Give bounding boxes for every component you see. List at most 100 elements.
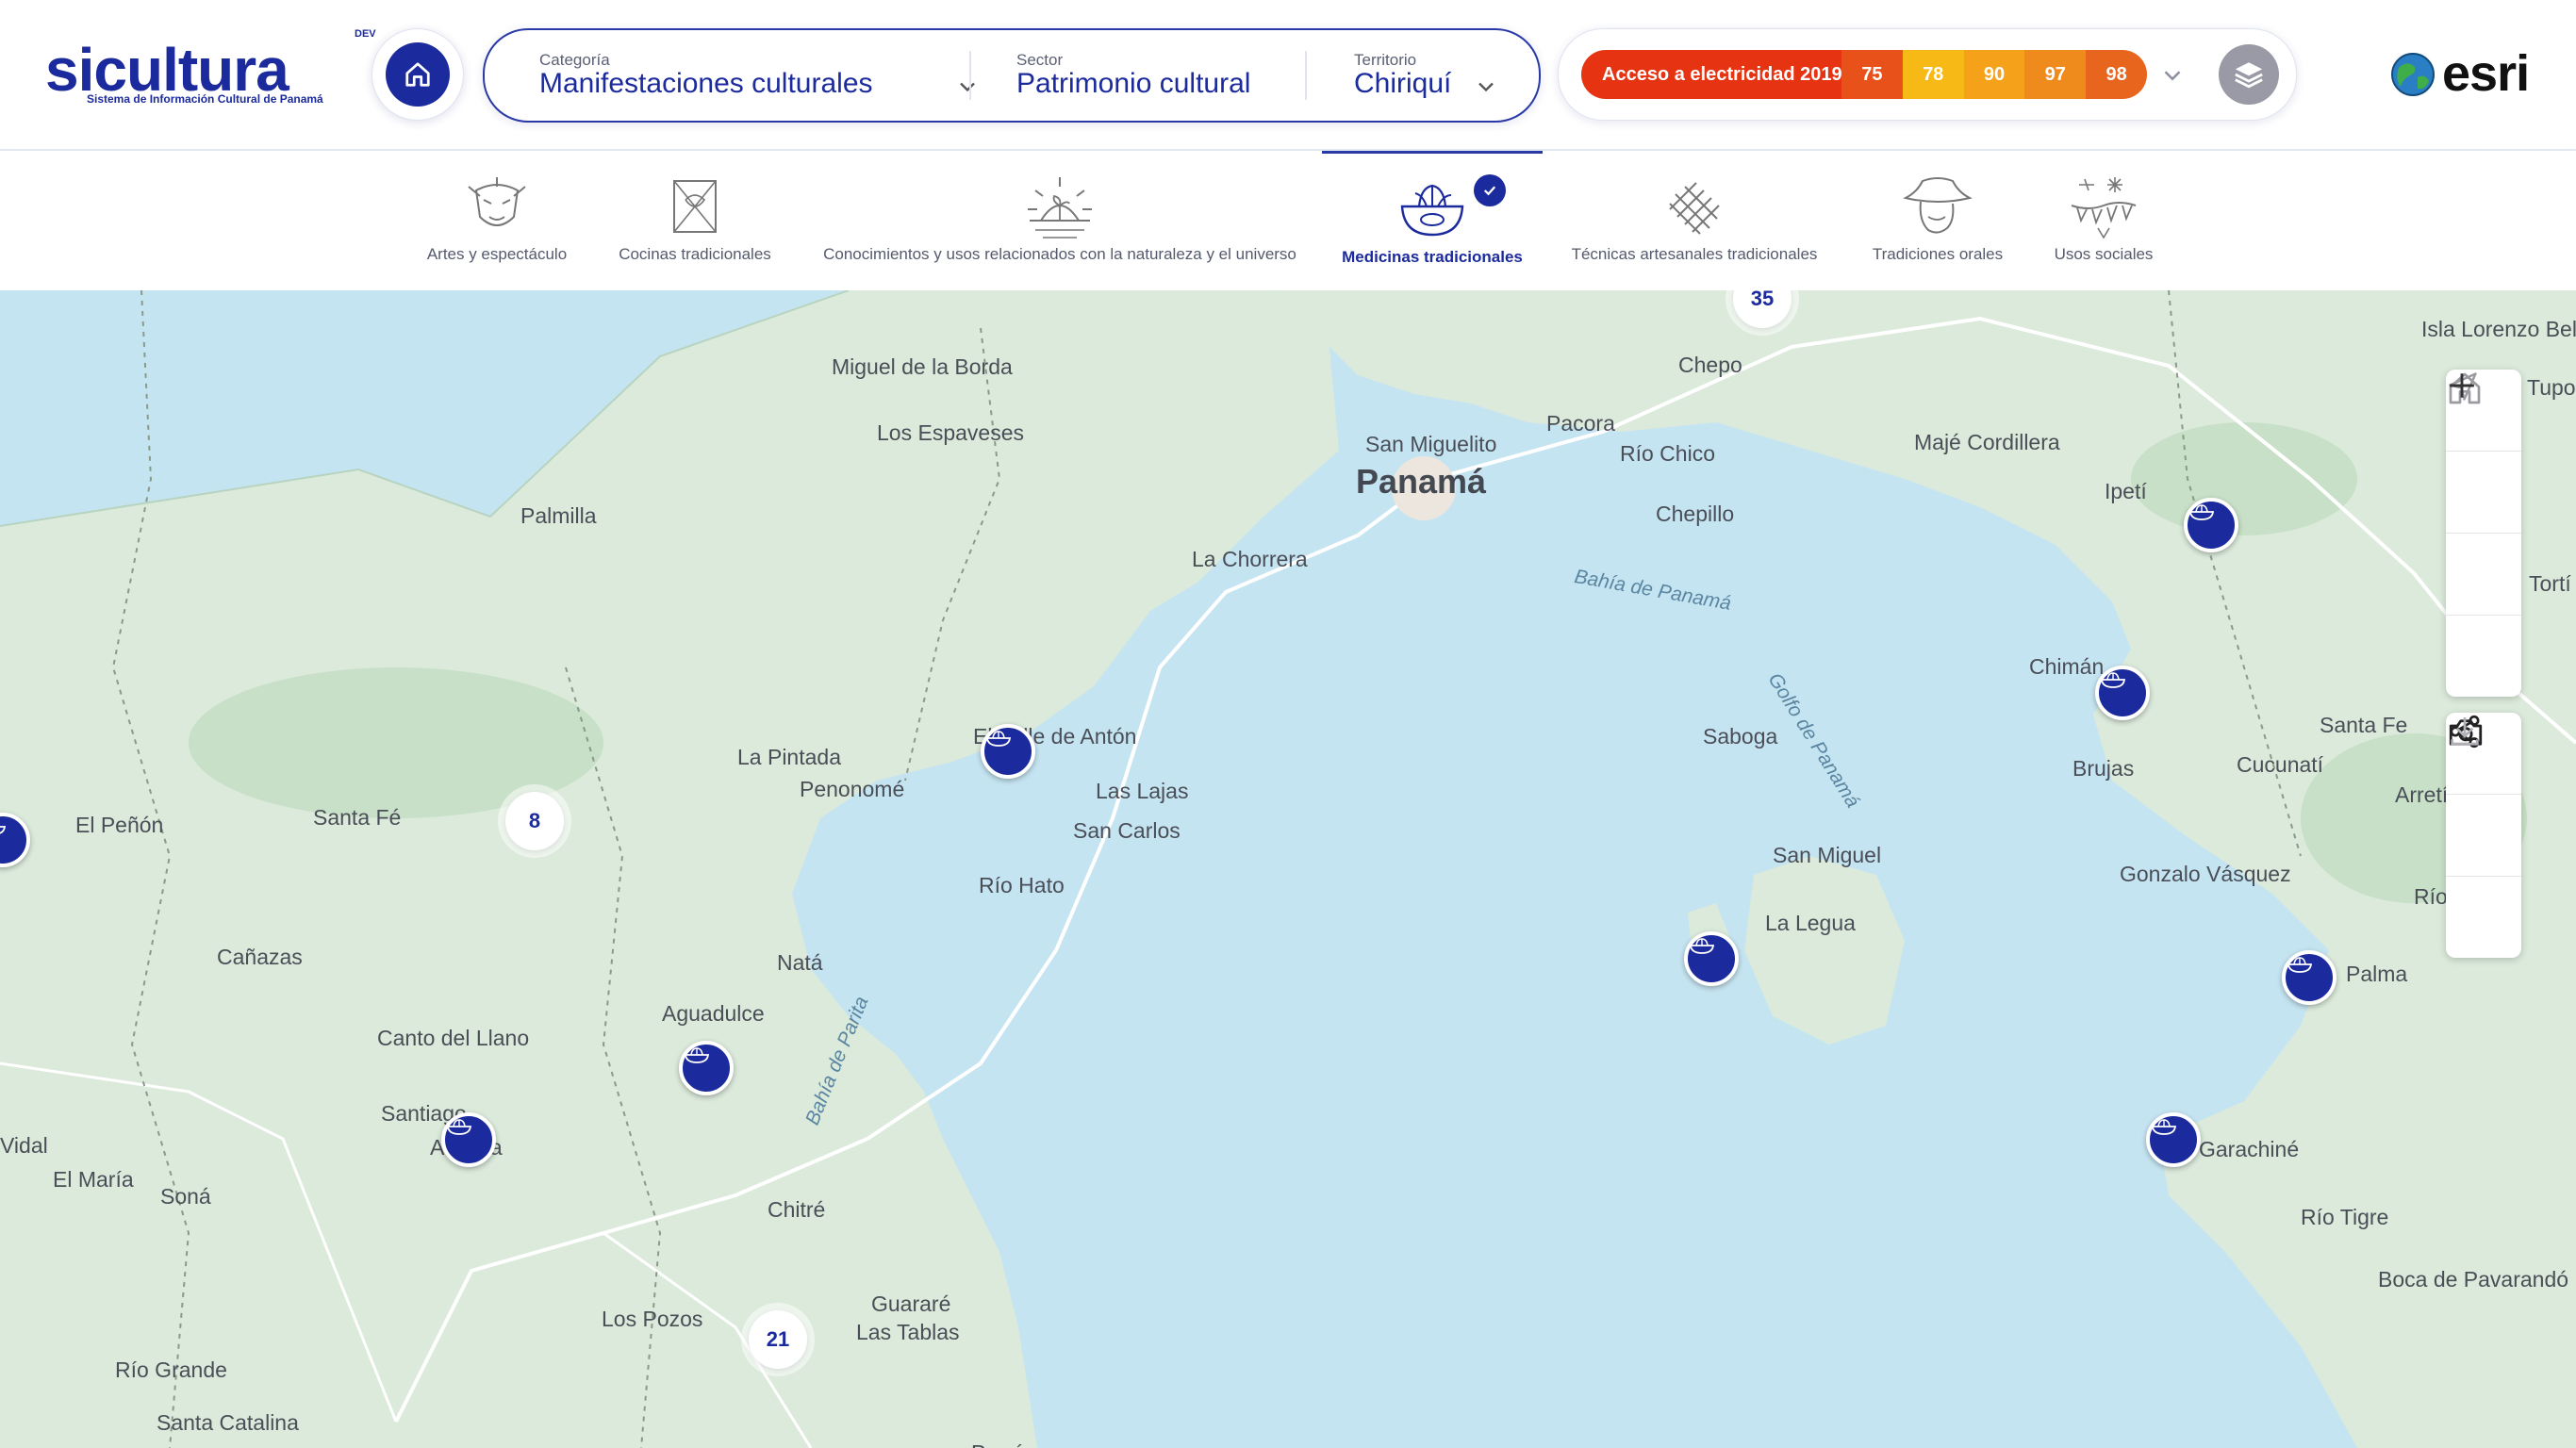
sector-label: Sector	[1016, 51, 1064, 69]
layers-button[interactable]	[2219, 44, 2279, 105]
tab-label: Técnicas artesanales tradicionales	[1571, 245, 1818, 263]
herb-bowl-icon	[684, 1047, 710, 1063]
cooking-icon	[657, 172, 733, 241]
filter-bar: Categoría Manifestaciones culturales Sec…	[483, 28, 1541, 123]
medicine-marker[interactable]	[2282, 950, 2337, 1005]
sector-value: Patrimonio cultural	[1016, 68, 1251, 99]
tab-label: Tradiciones orales	[1872, 245, 2004, 263]
place-label: Aguadulce	[662, 1001, 765, 1026]
tab-weaving[interactable]: Técnicas artesanales tradicionales	[1558, 151, 1831, 290]
place-label: Chepillo	[1656, 502, 1735, 526]
legend-step: 98	[2086, 50, 2147, 99]
place-label: Palmilla	[520, 503, 597, 528]
territorio-select[interactable]: Territorio Chiriquí	[1354, 30, 1524, 121]
place-label: Boca de Pavarandó	[2378, 1267, 2569, 1292]
place-label: Arretí	[2395, 782, 2449, 807]
place-label: Brujas	[2072, 756, 2135, 781]
place-label: La Legua	[1765, 911, 1856, 935]
sicultura-logo[interactable]: sicultura DEV Sistema de Información Cul…	[45, 28, 376, 111]
tab-cooking[interactable]: Cocinas tradicionales	[603, 151, 786, 290]
chevron-down-icon[interactable]	[2158, 61, 2187, 90]
cluster-marker[interactable]: 21	[749, 1310, 807, 1369]
place-label: Cucunatí	[2237, 752, 2324, 777]
medicine-marker[interactable]	[1684, 931, 1739, 986]
place-label: Penonomé	[800, 777, 905, 801]
tab-label: Usos sociales	[2054, 245, 2154, 263]
herb-bowl-icon	[446, 1119, 472, 1135]
medicine-marker[interactable]	[679, 1041, 734, 1095]
herb-bowl-icon	[1689, 938, 1715, 954]
home-button[interactable]	[386, 42, 450, 107]
tab-hat-face[interactable]: Tradiciones orales	[1848, 151, 2027, 290]
herb-bowl-icon	[1395, 174, 1470, 244]
weaving-icon	[1657, 172, 1732, 241]
hat-face-icon	[1900, 172, 1975, 241]
download-button[interactable]	[2446, 717, 2521, 958]
place-label: Isla Lorenzo Bello	[2421, 317, 2576, 341]
place-label: Canto del Llano	[377, 1026, 530, 1050]
place-label: Santa Fé	[313, 805, 402, 830]
forest-patch	[2131, 422, 2357, 535]
divider	[969, 51, 971, 100]
place-label: Natá	[777, 950, 823, 975]
electricity-legend[interactable]: Acceso a electricidad 2019 75 78 90 97 98	[1581, 50, 2147, 99]
zoom-out-icon	[2450, 384, 2474, 387]
medicine-marker[interactable]	[2146, 1112, 2201, 1167]
layers-icon	[2235, 62, 2263, 89]
home-button-ring	[372, 28, 464, 121]
legend-title: Acceso a electricidad 2019	[1581, 50, 1842, 99]
place-label: Vidal	[0, 1133, 48, 1158]
divider	[1305, 51, 1307, 100]
globe-icon	[2391, 53, 2435, 96]
download-icon	[2451, 717, 2479, 746]
tab-sun-plant[interactable]: Conocimientos y usos relacionados con la…	[813, 151, 1307, 290]
place-label: Cañazas	[217, 945, 303, 969]
tab-label: Artes y espectáculo	[426, 245, 568, 263]
place-label: El Peñón	[75, 813, 164, 837]
medicine-marker[interactable]	[981, 724, 1035, 779]
zoom-out-button[interactable]	[2446, 384, 2521, 697]
locate-button[interactable]	[2446, 372, 2521, 534]
place-label: Río Chico	[1620, 441, 1715, 466]
cluster-marker[interactable]: 8	[505, 792, 564, 850]
place-label: Río Hato	[979, 873, 1065, 897]
place-label: Chepo	[1678, 353, 1742, 377]
herb-bowl-icon	[2287, 957, 2313, 973]
dev-tag: DEV	[355, 28, 376, 40]
place-label: San Miguelito	[1365, 432, 1497, 456]
sun-plant-icon	[1022, 172, 1098, 241]
place-label: Los Espaveses	[877, 420, 1024, 445]
tab-herb-bowl[interactable]: Medicinas tradicionales	[1322, 151, 1543, 290]
legend-step: 75	[1841, 50, 1903, 99]
map-view[interactable]: Isla Lorenzo Bello Miguel de la Borda Chep…	[0, 290, 2576, 1448]
place-label: Garachiné	[2199, 1137, 2300, 1161]
chevron-down-icon	[1478, 82, 1494, 92]
place-label: Chimán	[2029, 654, 2105, 679]
place-label: La Pintada	[737, 745, 841, 769]
medicine-marker[interactable]	[2095, 666, 2150, 720]
place-label: El María	[53, 1167, 134, 1192]
map-action-controls	[2446, 713, 2521, 958]
place-label: Las Tablas	[856, 1320, 960, 1344]
place-label: Río Tigre	[2301, 1205, 2389, 1229]
land-north-west	[0, 290, 1339, 1448]
tab-celebration[interactable]: Usos sociales	[2039, 151, 2169, 290]
place-label: San Carlos	[1073, 818, 1181, 843]
place-label: Soná	[160, 1184, 211, 1209]
place-label: Los Pozos	[602, 1307, 703, 1331]
place-label: Guararé	[871, 1292, 951, 1316]
check-icon	[1474, 174, 1506, 206]
medicine-marker[interactable]	[441, 1112, 496, 1167]
place-label: Gonzalo Vásquez	[2120, 862, 2291, 886]
sector-select[interactable]: Sector Patrimonio cultural	[1016, 30, 1271, 121]
esri-logo: esri	[2389, 45, 2540, 106]
categoria-select[interactable]: Categoría Manifestaciones culturales	[539, 30, 975, 121]
screenshot-button[interactable]	[2446, 719, 2521, 877]
zoom-in-button[interactable]	[2446, 373, 2521, 616]
tab-label: Cocinas tradicionales	[619, 245, 771, 263]
herb-bowl-icon	[2188, 504, 2215, 520]
celebration-icon	[2066, 172, 2141, 241]
medicine-marker[interactable]	[2184, 498, 2238, 552]
herb-bowl-icon	[985, 731, 1012, 747]
tab-mask[interactable]: Artes y espectáculo	[405, 151, 588, 290]
